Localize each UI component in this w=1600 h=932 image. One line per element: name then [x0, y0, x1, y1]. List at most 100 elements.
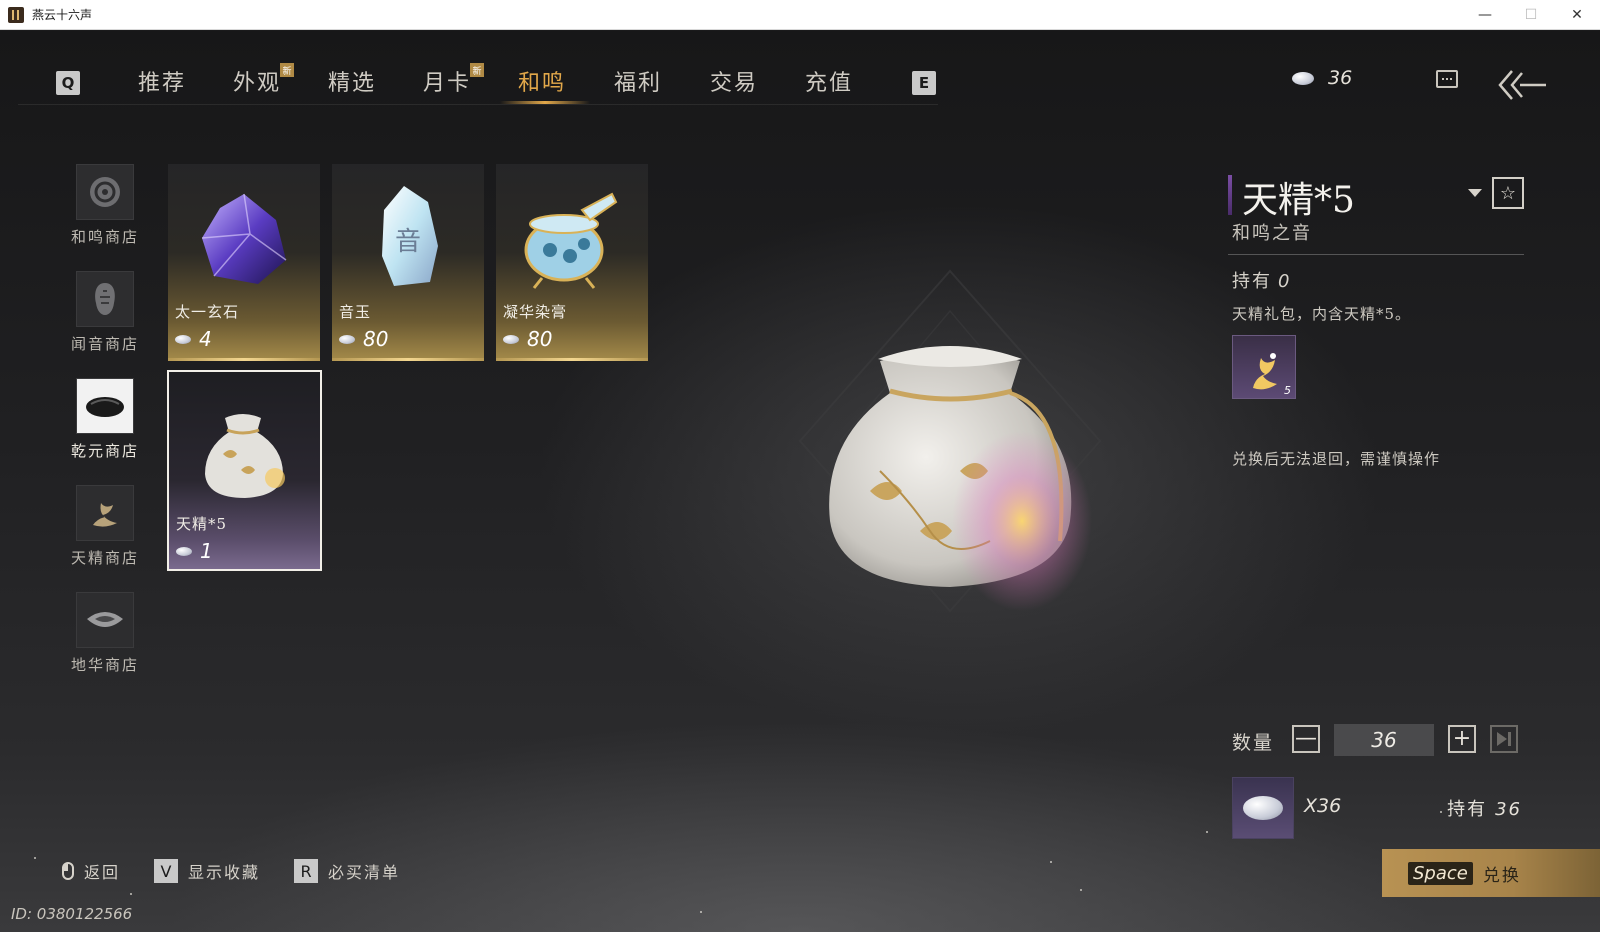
- cost-amount: X36: [1304, 795, 1342, 817]
- sidebar-item-wenyin-shop[interactable]: 闻音商店: [60, 271, 150, 354]
- must-buy-list-hint[interactable]: R 必买清单: [294, 859, 400, 883]
- skip-to-max-icon: [1497, 732, 1511, 746]
- dye-jar-icon: [524, 192, 618, 289]
- tab-monthly-card[interactable]: 月卡: [423, 65, 471, 97]
- card-glow: [496, 358, 648, 361]
- shop-label: 乾元商店: [70, 442, 139, 460]
- item-card-tianjing-pack[interactable]: 天精*5 1: [167, 370, 322, 571]
- r-key: R: [294, 859, 318, 883]
- item-price: 80: [503, 327, 552, 351]
- new-badge: 新: [280, 63, 294, 77]
- v-key: V: [154, 859, 178, 883]
- max-quantity-button[interactable]: [1490, 725, 1518, 753]
- sound-jade-icon: 音: [382, 186, 438, 286]
- exchange-button[interactable]: Space 兑换: [1382, 849, 1600, 897]
- exchange-label: 兑换: [1482, 865, 1521, 886]
- item-name: 凝华染膏: [503, 303, 568, 321]
- wenyin-shop-icon: [76, 271, 134, 327]
- moonstone-currency-icon: [175, 334, 191, 344]
- space-key: Space: [1408, 861, 1473, 885]
- player-id: ID: 0380122566: [11, 905, 133, 923]
- tab-recommend[interactable]: 推荐: [138, 65, 186, 97]
- back-hint[interactable]: 返回: [62, 859, 120, 883]
- item-preview-image: [798, 269, 1102, 613]
- tab-trade[interactable]: 交易: [710, 65, 758, 97]
- shop-label: 闻音商店: [70, 335, 139, 353]
- card-glow: [332, 358, 484, 361]
- shop-label: 地华商店: [70, 656, 139, 674]
- quantity-input[interactable]: 36: [1334, 724, 1434, 756]
- item-price: 4: [175, 327, 212, 351]
- maximize-button[interactable]: ☐: [1508, 0, 1554, 30]
- window-titlebar: 燕云十六声 — ☐ ✕: [0, 0, 1600, 30]
- moonstone-currency-icon: [1292, 71, 1314, 85]
- item-card-sound-jade[interactable]: 音 音玉 80: [332, 164, 484, 361]
- tab-appearance[interactable]: 外观: [233, 65, 281, 97]
- resonance-shop-icon: [76, 164, 134, 220]
- card-glow: [168, 358, 320, 361]
- content-count: 5: [1284, 384, 1291, 397]
- tab-featured[interactable]: 精选: [328, 65, 376, 97]
- moonstone-currency-icon: [503, 334, 519, 344]
- svg-text:音: 音: [395, 227, 421, 257]
- owned-count: 持有 0: [1232, 271, 1292, 292]
- window-controls: — ☐ ✕: [1462, 0, 1600, 30]
- minimize-button[interactable]: —: [1462, 0, 1508, 30]
- more-menu-button[interactable]: [1436, 70, 1458, 88]
- sidebar-item-tianjing-shop[interactable]: 天精商店: [60, 485, 150, 568]
- quantity-stepper: 数量 — 36 +: [1232, 724, 1532, 757]
- shop-label: 和鸣商店: [70, 228, 139, 246]
- sidebar-item-qianyuan-shop[interactable]: 乾元商店: [60, 378, 150, 461]
- item-name: 音玉: [339, 303, 372, 321]
- game-viewport: Q 推荐 外观 新 精选 月卡 新 和鸣 福利 交易 充值 E 36 和鸣商店: [0, 31, 1600, 932]
- item-subtitle: 和鸣之音: [1232, 223, 1312, 244]
- tab-top-up[interactable]: 充值: [805, 65, 853, 97]
- item-title: 天精*5: [1242, 180, 1355, 221]
- item-price: 1: [176, 539, 213, 563]
- exchange-warning: 兑换后无法退回，需谨慎操作: [1232, 450, 1441, 468]
- item-price: 80: [339, 327, 388, 351]
- chevron-down-icon[interactable]: [1468, 189, 1482, 197]
- qianyuan-shop-icon: [76, 378, 134, 434]
- new-badge: 新: [470, 63, 484, 77]
- currency-balance: 36: [1292, 67, 1352, 89]
- moonstone-currency-icon: [339, 334, 355, 344]
- prev-tab-key[interactable]: Q: [56, 71, 80, 95]
- window-title: 燕云十六声: [32, 8, 93, 22]
- item-card-taiyi-stone[interactable]: 太一玄石 4: [168, 164, 320, 361]
- gift-bag-icon: [205, 414, 285, 498]
- sidebar-item-dihua-shop[interactable]: 地华商店: [60, 592, 150, 675]
- dihua-shop-icon: [76, 592, 134, 648]
- increase-button[interactable]: +: [1448, 725, 1476, 753]
- tab-resonance[interactable]: 和鸣: [518, 65, 566, 97]
- item-description: 天精礼包，内含天精*5。: [1232, 305, 1412, 323]
- decrease-button[interactable]: —: [1292, 725, 1320, 753]
- currency-amount: 36: [1328, 67, 1353, 89]
- top-navigation: Q 推荐 外观 新 精选 月卡 新 和鸣 福利 交易 充值 E 36: [0, 31, 1600, 106]
- item-name: 天精*5: [176, 515, 228, 533]
- favorite-star-button[interactable]: ☆: [1492, 177, 1524, 209]
- tab-welfare[interactable]: 福利: [614, 65, 662, 97]
- moonstone-currency-icon: [176, 546, 192, 556]
- mouse-icon: [62, 862, 74, 880]
- back-arrow-icon[interactable]: [1498, 67, 1548, 103]
- sidebar-item-resonance-shop[interactable]: 和鸣商店: [60, 164, 150, 247]
- detail-divider: [1228, 254, 1524, 255]
- close-button[interactable]: ✕: [1554, 0, 1600, 30]
- cost-currency-thumbnail: [1232, 777, 1294, 839]
- item-name: 太一玄石: [175, 303, 240, 321]
- shop-label: 天精商店: [70, 549, 139, 567]
- pack-content-thumbnail[interactable]: 5: [1232, 335, 1296, 399]
- title-accent: [1228, 175, 1232, 215]
- app-icon: [8, 6, 24, 23]
- exchange-cost: X36 持有 36: [1232, 777, 1522, 839]
- moonstone-currency-icon: [1243, 796, 1283, 820]
- item-card-dye-paste[interactable]: 凝华染膏 80: [496, 164, 648, 361]
- purple-ore-icon: [201, 193, 287, 284]
- tianjing-shop-icon: [76, 485, 134, 541]
- nav-divider: [18, 104, 938, 105]
- show-favorites-hint[interactable]: V 显示收藏: [154, 859, 260, 883]
- cost-owned: 持有 36: [1447, 799, 1522, 820]
- next-tab-key[interactable]: E: [912, 71, 936, 95]
- quantity-label: 数量: [1232, 732, 1275, 754]
